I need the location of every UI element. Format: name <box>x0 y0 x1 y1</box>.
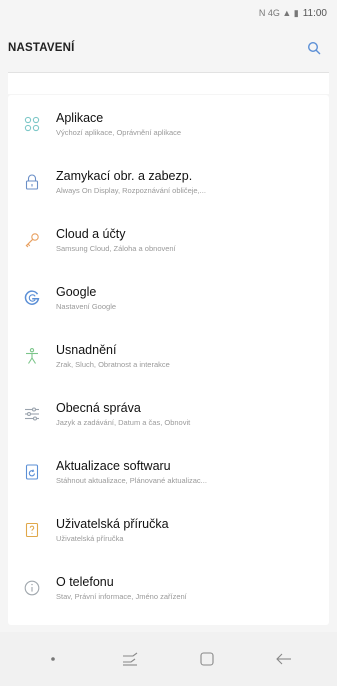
item-subtitle: Nastavení Google <box>56 301 117 311</box>
item-label: Aktualizace softwaru <box>56 458 171 473</box>
apps-grid-icon <box>24 116 40 132</box>
navigation-bar <box>0 632 337 686</box>
list-item-zamykaci-obrazovka[interactable]: Zamykací obr. a zabezp. Always On Displa… <box>8 153 329 211</box>
sliders-icon <box>25 407 39 421</box>
item-subtitle: Stáhnout aktualizace, Plánované aktualiz… <box>56 475 207 485</box>
item-label: Aplikace <box>56 110 104 125</box>
list-item-google[interactable]: Google Nastavení Google <box>8 269 329 327</box>
recent-apps-button[interactable] <box>110 639 150 679</box>
status-icons: N 4G ▲ ▮ <box>258 7 299 18</box>
item-label: Obecná správa <box>56 400 141 415</box>
lock-icon <box>25 174 39 190</box>
item-label: Cloud a účty <box>56 226 126 241</box>
status-bar: N 4G ▲ ▮ 11:00 <box>0 0 337 26</box>
list-item-cloud-a-ucty[interactable]: Cloud a účty Samsung Cloud, Záloha a obn… <box>8 211 329 269</box>
item-label: Uživatelská příručka <box>56 516 169 531</box>
item-subtitle: Výchozí aplikace, Oprávnění aplikace <box>56 127 182 137</box>
item-subtitle: Zrak, Sluch, Obratnost a interakce <box>56 359 170 369</box>
list-item-uzivatelska-prirucka[interactable]: Uživatelská příručka Uživatelská příručk… <box>8 501 329 559</box>
item-subtitle: Uživatelská příručka <box>56 533 124 543</box>
user-manual-icon <box>25 522 39 538</box>
page-title: NASTAVENÍ <box>8 42 75 54</box>
back-button[interactable] <box>264 639 304 679</box>
item-label: Usnadnění <box>56 342 117 357</box>
previous-item-strip <box>8 72 329 94</box>
item-label: O telefonu <box>56 574 114 589</box>
status-time: 11:00 <box>302 7 327 19</box>
list-item-aplikace[interactable]: Aplikace Výchozí aplikace, Oprávnění apl… <box>8 95 329 153</box>
item-label: Zamykací obr. a zabezp. <box>56 168 193 183</box>
list-item-o-telefonu[interactable]: O telefonu Stav, Právní informace, Jméno… <box>8 559 329 617</box>
search-button[interactable] <box>303 37 325 59</box>
accessibility-icon <box>26 348 38 364</box>
software-update-icon <box>25 464 39 480</box>
home-button[interactable] <box>187 639 227 679</box>
nav-dot-button[interactable] <box>33 639 73 679</box>
info-icon <box>24 580 40 596</box>
list-item-usnadneni[interactable]: Usnadnění Zrak, Sluch, Obratnost a inter… <box>8 327 329 385</box>
item-subtitle: Jazyk a zadávání, Datum a čas, Obnovit <box>56 417 191 427</box>
settings-list: Aplikace Výchozí aplikace, Oprávnění apl… <box>8 95 329 625</box>
recent-apps-icon <box>122 652 138 666</box>
google-icon <box>24 290 40 305</box>
search-icon <box>307 41 321 55</box>
item-subtitle: Always On Display, Rozpoznávání obličeje… <box>56 185 206 195</box>
header: NASTAVENÍ <box>0 26 337 70</box>
back-icon <box>276 653 292 665</box>
item-subtitle: Samsung Cloud, Záloha a obnovení <box>56 243 176 253</box>
nav-dot-icon <box>50 657 55 661</box>
list-item-obecna-sprava[interactable]: Obecná správa Jazyk a zadávání, Datum a … <box>8 385 329 443</box>
key-icon <box>25 233 39 248</box>
item-subtitle: Stav, Právní informace, Jméno zařízení <box>56 591 187 601</box>
item-label: Google <box>56 284 97 299</box>
home-icon <box>200 652 214 666</box>
list-item-aktualizace-softwaru[interactable]: Aktualizace softwaru Stáhnout aktualizac… <box>8 443 329 501</box>
